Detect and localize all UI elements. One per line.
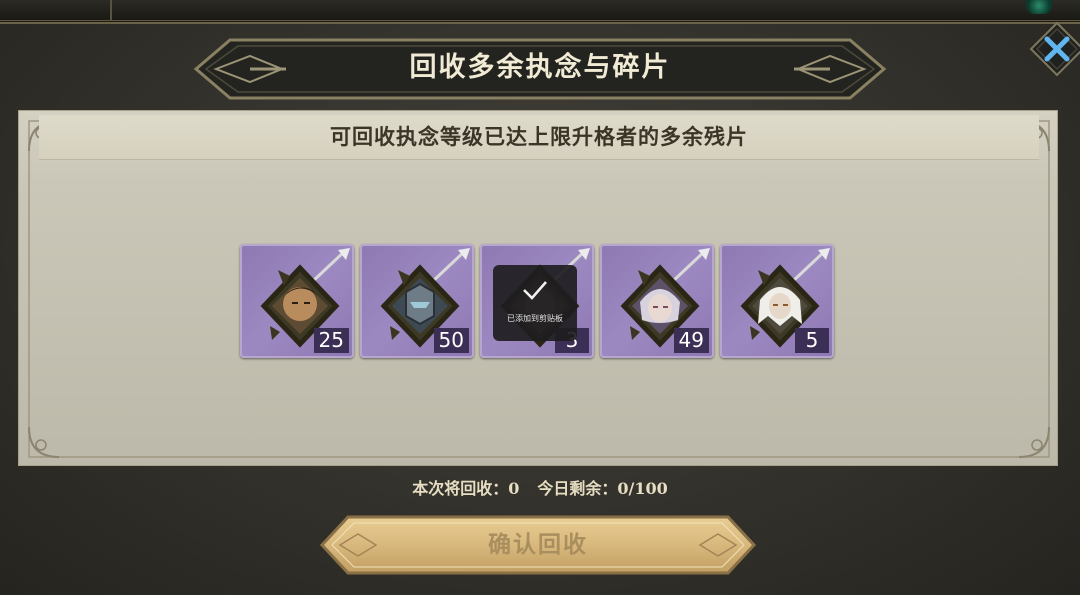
title-banner: 回收多余执念与碎片 — [190, 34, 890, 104]
clipboard-toast: 已添加到剪贴板 — [493, 265, 577, 341]
fragment-item-1[interactable]: 25 — [240, 244, 354, 358]
check-icon — [523, 281, 547, 300]
dialog-subtitle: 可回收执念等级已达上限升格者的多余残片 — [330, 124, 748, 149]
divider — [110, 0, 112, 20]
toast-message: 已添加到剪贴板 — [507, 314, 563, 323]
fragment-item-4[interactable]: 49 — [600, 244, 714, 358]
item-quantity: 25 — [313, 328, 349, 353]
item-quantity: 5 — [795, 328, 829, 353]
item-quantity: 49 — [673, 328, 709, 353]
daily-remaining-value: 0/100 — [617, 479, 668, 498]
close-icon[interactable] — [1028, 20, 1080, 78]
subtitle-bar: 可回收执念等级已达上限升格者的多余残片 — [39, 115, 1039, 160]
confirm-button-label: 确认回收 — [488, 531, 588, 558]
recycle-count-label: 本次将回收： — [412, 479, 509, 498]
confirm-recycle-button[interactable]: 确认回收 — [318, 514, 758, 576]
daily-remaining-label: 今日剩余： — [537, 479, 618, 498]
fragment-item-2[interactable]: 50 — [360, 244, 474, 358]
item-quantity: 50 — [433, 328, 469, 353]
recycle-count-value: 0 — [508, 479, 520, 498]
gem-icon — [1026, 0, 1052, 14]
top-strip — [0, 0, 1080, 21]
close-button[interactable] — [1028, 20, 1080, 78]
recycle-summary: 本次将回收：0 今日剩余：0/100 — [0, 475, 1080, 499]
fragment-item-5[interactable]: 5 — [720, 244, 834, 358]
dialog-title: 回收多余执念与碎片 — [409, 52, 671, 83]
